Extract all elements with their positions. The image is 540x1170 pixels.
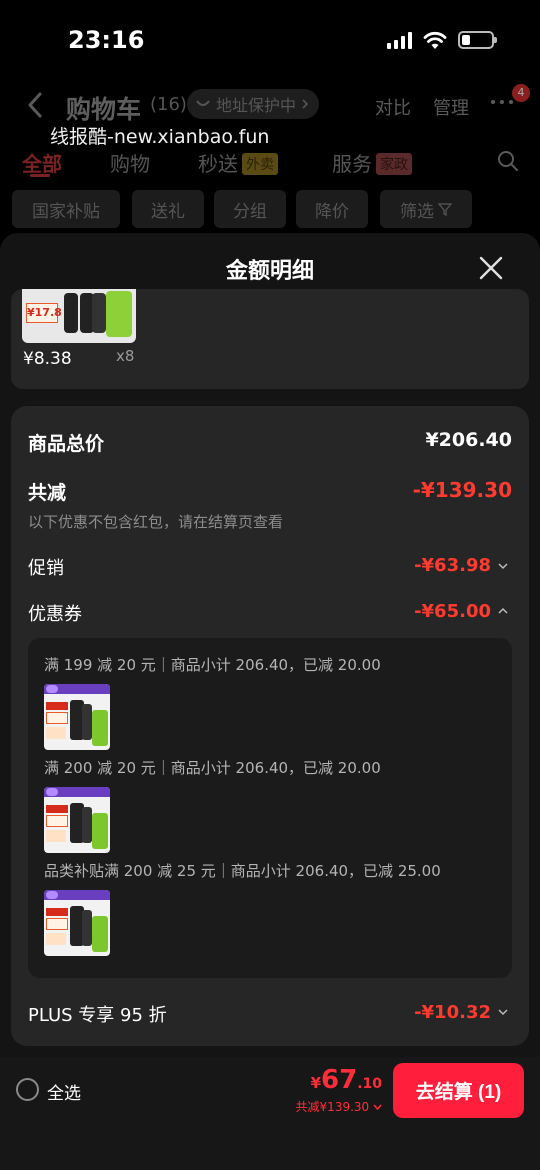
address-protection-pill[interactable]: 地址保护中 — [187, 89, 320, 119]
checkout-button[interactable]: 去结算 (1) — [393, 1063, 524, 1118]
smile-icon — [196, 100, 210, 106]
battery-icon — [458, 31, 497, 49]
reduction-note: 以下优惠不包含红包，请在结算页查看 — [28, 513, 284, 531]
plus-discount-label: PLUS 专享 95 折 — [28, 1005, 167, 1026]
more-icon[interactable] — [491, 100, 513, 104]
wifi-icon — [423, 31, 447, 49]
reduction-label: 共减 — [28, 482, 67, 504]
waimai-badge: 外卖 — [242, 153, 278, 175]
checkout-bar: 全选 ¥67.10 共减¥139.30 去结算 (1) — [0, 1057, 540, 1170]
chevron-right-icon — [302, 99, 309, 109]
total-label: 商品总价 — [28, 433, 105, 455]
filter-screen[interactable]: 筛选 — [380, 190, 472, 228]
compare-link[interactable]: 对比 — [375, 94, 411, 120]
coupon-value[interactable]: -¥65.00 — [414, 601, 491, 622]
chevron-down-icon[interactable] — [497, 1006, 509, 1018]
select-all-label[interactable]: 全选 — [47, 1079, 81, 1104]
product-thumbnail[interactable]: ¥17.8 — [22, 289, 136, 343]
chevron-down-icon[interactable] — [497, 560, 509, 572]
coupon-product-thumbnail[interactable] — [44, 890, 110, 956]
tab-services[interactable]: 服务 家政 — [332, 148, 412, 177]
tab-shopping[interactable]: 购物 — [110, 148, 150, 177]
coupon-breakdown: 满 199 减 20 元｜商品小计 206.40，已减 20.00 满 200 … — [28, 638, 512, 978]
filter-group[interactable]: 分组 — [214, 190, 286, 228]
filter-gift[interactable]: 送礼 — [132, 190, 204, 228]
coupon-product-thumbnail[interactable] — [44, 787, 110, 853]
address-protection-label: 地址保护中 — [216, 96, 297, 115]
promotion-value[interactable]: -¥63.98 — [414, 555, 491, 576]
price-tag: ¥17.8 — [26, 303, 62, 323]
total-integer: 67 — [321, 1065, 358, 1095]
category-tabs: 全部 购物 秒送 外卖 服务 家政 — [0, 144, 540, 184]
item-price: ¥8.38 — [23, 349, 72, 369]
cart-count: (16) — [150, 94, 187, 115]
close-icon[interactable] — [478, 255, 504, 281]
watermark: 线报酷-new.xianbao.fun — [50, 126, 270, 148]
reduction-value: -¥139.30 — [412, 478, 512, 502]
notification-badge: 4 — [512, 84, 530, 102]
promotion-label: 促销 — [28, 558, 64, 579]
filter-screen-label: 筛选 — [400, 201, 434, 222]
jiazheng-badge: 家政 — [376, 153, 412, 175]
status-time: 23:16 — [68, 26, 145, 54]
coupon-entry: 满 200 减 20 元｜商品小计 206.40，已减 20.00 — [44, 759, 381, 777]
chevron-down-icon — [373, 1104, 382, 1111]
cart-title: 购物车 — [66, 95, 142, 124]
tab-all[interactable]: 全部 — [22, 148, 62, 177]
amount-detail-sheet: 金额明细 ¥17.8 ¥8.38 x8 商品总价 ¥206.40 共减 -¥13… — [0, 233, 540, 1063]
filter-price-drop[interactable]: 降价 — [296, 190, 368, 228]
item-quantity: x8 — [116, 347, 135, 365]
filter-row: 国家补贴 送礼 分组 降价 筛选 — [0, 190, 540, 230]
selected-items-card: ¥17.8 ¥8.38 x8 — [11, 289, 529, 389]
total-saved-label: 共减¥139.30 — [295, 1100, 370, 1114]
total-saved[interactable]: 共减¥139.30 — [296, 1098, 382, 1115]
plus-discount-value[interactable]: -¥10.32 — [414, 1002, 491, 1023]
coupon-product-thumbnail[interactable] — [44, 684, 110, 750]
cart-page-background: 购物车 (16) 地址保护中 对比 管理 4 线报酷-new.xianbao.f… — [0, 80, 540, 240]
coupon-entry: 满 199 减 20 元｜商品小计 206.40，已减 20.00 — [44, 656, 381, 674]
status-bar: 23:16 — [0, 0, 540, 80]
filter-national-subsidy[interactable]: 国家补贴 — [12, 190, 120, 228]
chevron-up-icon[interactable] — [497, 605, 509, 617]
coupon-entry: 品类补贴满 200 减 25 元｜商品小计 206.40，已减 25.00 — [44, 862, 441, 880]
total-currency: ¥ — [310, 1074, 321, 1092]
total-value: ¥206.40 — [425, 429, 512, 451]
active-tab-underline — [30, 174, 50, 177]
total-price: ¥67.10 — [311, 1065, 382, 1095]
select-all-checkbox[interactable] — [16, 1078, 39, 1101]
sheet-title: 金额明细 — [225, 259, 314, 284]
cellular-signal-icon — [387, 32, 412, 49]
manage-link[interactable]: 管理 — [433, 94, 469, 120]
search-icon[interactable] — [497, 150, 519, 172]
funnel-icon — [438, 203, 452, 216]
coupon-label: 优惠券 — [28, 604, 82, 625]
price-detail-card: 商品总价 ¥206.40 共减 -¥139.30 以下优惠不包含红包，请在结算页… — [11, 406, 529, 1046]
total-decimal: .10 — [357, 1076, 382, 1092]
back-arrow-icon[interactable] — [26, 92, 44, 118]
tab-instant-delivery[interactable]: 秒送 外卖 — [198, 148, 278, 177]
